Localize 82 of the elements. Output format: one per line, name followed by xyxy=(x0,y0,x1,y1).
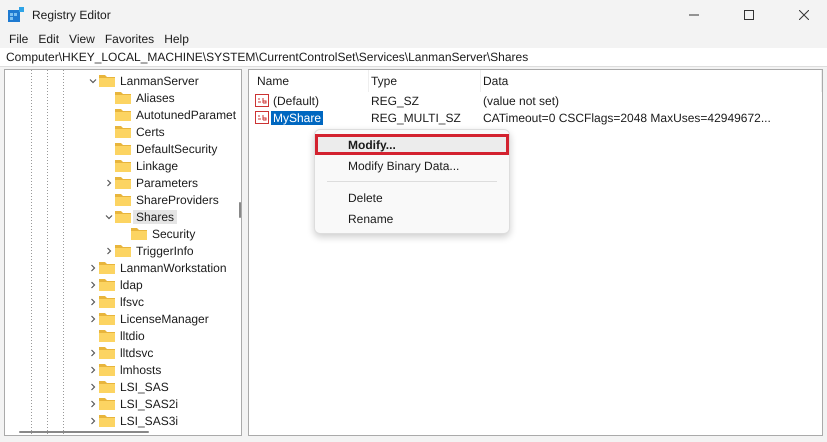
tree-item[interactable]: LSI_SAS2i xyxy=(117,396,182,410)
column-header[interactable]: Name xyxy=(255,70,369,92)
folder-icon xyxy=(99,329,115,342)
address-bar[interactable]: Computer\HKEY_LOCAL_MACHINE\SYSTEM\CurrentControlSet\Services\LanmanServer\Shares xyxy=(0,48,827,67)
string-value-icon xyxy=(255,111,269,124)
folder-icon xyxy=(115,91,131,104)
chevron-right-icon[interactable] xyxy=(89,314,97,322)
menu-item[interactable]: Help xyxy=(159,32,194,46)
chevron-right-icon[interactable] xyxy=(89,298,97,306)
chevron-right-icon[interactable] xyxy=(89,366,97,374)
folder-icon xyxy=(99,278,115,291)
value-name[interactable]: (Default) xyxy=(271,94,322,108)
tree-item[interactable]: Security xyxy=(149,226,198,240)
folder-icon xyxy=(99,414,115,427)
column-header[interactable]: Data xyxy=(481,70,822,92)
folder-icon xyxy=(131,227,147,240)
tree-item[interactable]: DefaultSecurity xyxy=(133,142,220,156)
tree-item[interactable]: Parameters xyxy=(133,176,202,190)
tree-item[interactable]: LSI_SAS xyxy=(117,380,172,394)
tree-item[interactable]: Certs xyxy=(133,124,168,138)
value-data: (value not set) xyxy=(482,94,560,108)
chevron-down-icon[interactable] xyxy=(89,76,97,84)
menu-item[interactable]: Favorites xyxy=(100,32,160,46)
context-menu-item[interactable]: Modify... xyxy=(315,134,509,155)
string-value-icon xyxy=(255,94,269,107)
chevron-right-icon[interactable] xyxy=(89,382,97,390)
app-icon xyxy=(8,7,24,23)
folder-icon xyxy=(99,363,115,376)
folder-icon xyxy=(99,74,115,87)
tree-item[interactable]: TriggerInfo xyxy=(133,244,197,258)
folder-icon xyxy=(99,346,115,359)
tree-item[interactable]: lfsvc xyxy=(117,294,147,308)
folder-icon xyxy=(115,142,131,155)
tree-item[interactable]: LicenseManager xyxy=(117,312,212,326)
tree-item[interactable]: lmhosts xyxy=(117,362,164,376)
folder-icon xyxy=(115,125,131,138)
tree-item[interactable]: lltdsvc xyxy=(117,346,156,360)
chevron-right-icon[interactable] xyxy=(105,246,113,254)
folder-icon xyxy=(115,193,131,206)
folder-icon xyxy=(99,312,115,325)
menu-item[interactable]: File xyxy=(4,32,34,46)
tree-item[interactable]: lltdio xyxy=(117,328,148,342)
close-icon xyxy=(798,10,808,20)
folder-icon xyxy=(115,244,131,257)
tree-item[interactable]: LanmanWorkstation xyxy=(117,260,230,274)
folder-icon xyxy=(115,176,131,189)
chevron-right-icon[interactable] xyxy=(105,178,113,186)
tree-item[interactable]: LanmanServer xyxy=(117,74,202,88)
folder-icon xyxy=(115,210,131,223)
folder-icon xyxy=(99,397,115,410)
window-title: Registry Editor xyxy=(32,8,112,22)
chevron-right-icon[interactable] xyxy=(89,400,97,408)
maximize-icon xyxy=(744,10,754,20)
tree-item[interactable]: LSI_SAS3i xyxy=(117,414,182,428)
tree-item[interactable]: Linkage xyxy=(133,158,182,172)
scrollbar-thumb[interactable] xyxy=(19,431,149,433)
tree-item[interactable]: ldap xyxy=(117,278,146,292)
value-data: CATimeout=0 CSCFlags=2048 MaxUses=42949672... xyxy=(482,110,772,124)
value-type: REG_MULTI_SZ xyxy=(370,110,462,124)
tree-item[interactable]: AutotunedParamet xyxy=(133,108,240,122)
column-header[interactable]: Type xyxy=(369,70,481,92)
chevron-down-icon[interactable] xyxy=(105,212,113,220)
tree-item[interactable]: ShareProviders xyxy=(133,192,222,206)
chevron-right-icon[interactable] xyxy=(89,348,97,356)
context-menu-item[interactable]: Rename xyxy=(315,208,509,229)
context-menu-item[interactable]: Delete xyxy=(315,187,509,208)
chevron-right-icon[interactable] xyxy=(89,416,97,424)
folder-icon xyxy=(99,261,115,274)
tree-item[interactable]: Shares xyxy=(133,210,178,224)
context-menu-item[interactable]: Modify Binary Data... xyxy=(315,155,509,176)
tree-item[interactable]: Aliases xyxy=(133,90,178,104)
chevron-right-icon[interactable] xyxy=(89,280,97,288)
menu-item[interactable]: View xyxy=(64,32,100,46)
folder-icon xyxy=(115,108,131,121)
value-name[interactable]: MyShare xyxy=(271,110,324,124)
folder-icon xyxy=(99,380,115,393)
folder-icon xyxy=(115,159,131,172)
chevron-right-icon[interactable] xyxy=(89,264,97,272)
folder-icon xyxy=(99,295,115,308)
menu-item[interactable]: Edit xyxy=(33,32,64,46)
scrollbar-thumb[interactable] xyxy=(239,202,241,218)
value-type: REG_SZ xyxy=(370,94,420,108)
